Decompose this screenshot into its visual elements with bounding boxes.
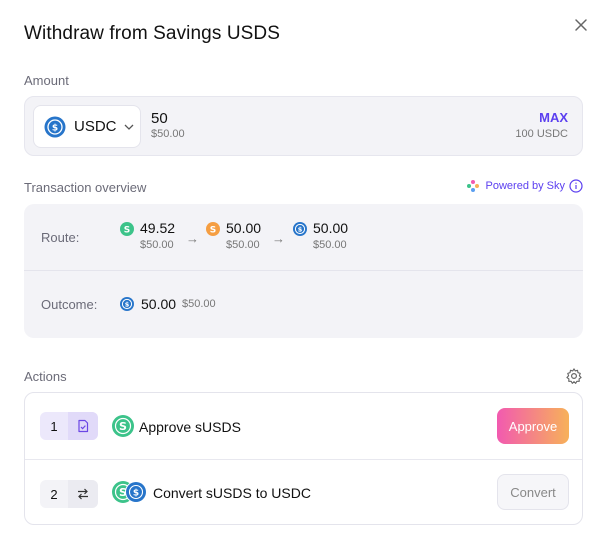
- actions-divider: [25, 459, 582, 460]
- transaction-overview: Route: S 49.52 $50.00 → S 50.00 $50.00 →…: [24, 204, 583, 338]
- route-usd: $50.00: [140, 239, 174, 251]
- token-balance: 100 USDC: [515, 128, 568, 140]
- route-arrow: →: [186, 231, 199, 246]
- usds-icon: S: [206, 222, 220, 236]
- action-label: Approve sUSDS: [139, 419, 241, 435]
- step-badge: 1: [40, 412, 98, 440]
- usdc-icon: $: [44, 116, 66, 137]
- gear-icon[interactable]: [565, 367, 583, 385]
- amount-label: Amount: [24, 73, 69, 88]
- amount-input-box: $ USDC 50 $50.00 MAX 100 USDC: [24, 96, 583, 156]
- powered-by-sky[interactable]: Powered by Sky: [466, 179, 583, 193]
- susds-icon: S: [112, 415, 134, 437]
- step-number: 1: [50, 418, 58, 434]
- route-amount: 50.00: [226, 220, 262, 236]
- approve-doc-icon: [78, 419, 89, 433]
- token-select[interactable]: $ USDC: [33, 105, 141, 148]
- actions-label: Actions: [24, 369, 67, 384]
- route-amount: 49.52: [140, 220, 176, 236]
- max-button[interactable]: MAX: [539, 110, 568, 125]
- step-number: 2: [50, 486, 58, 502]
- selected-token: USDC: [74, 118, 117, 135]
- susds-icon: S: [120, 222, 134, 236]
- route-usd: $50.00: [226, 239, 260, 251]
- svg-text:S: S: [124, 226, 130, 236]
- convert-button[interactable]: Convert: [497, 474, 569, 510]
- svg-text:S: S: [210, 226, 216, 236]
- outcome-amount: 50.00: [141, 296, 177, 312]
- sky-logo-icon: [466, 180, 479, 192]
- route-usd: $50.00: [313, 239, 347, 251]
- overview-label: Transaction overview: [24, 180, 147, 195]
- svg-text:$: $: [133, 489, 139, 499]
- svg-text:$: $: [52, 123, 58, 133]
- overview-divider: [24, 270, 583, 271]
- chevron-down-icon: [124, 124, 133, 130]
- withdraw-modal: Withdraw from Savings USDS Amount $ USDC…: [0, 0, 607, 548]
- outcome-label: Outcome:: [41, 297, 98, 312]
- swap-arrows-icon: [78, 488, 88, 500]
- usdc-icon: $: [293, 222, 307, 236]
- susds-usdc-pair-icon: S $: [112, 481, 147, 503]
- approve-button[interactable]: Approve: [497, 408, 569, 444]
- actions-list: 1 S Approve sUSDS Approve 2 S $ Convert …: [24, 392, 583, 525]
- route-arrow: →: [272, 231, 285, 246]
- action-label: Convert sUSDS to USDC: [153, 485, 311, 501]
- usdc-icon: $: [120, 297, 134, 311]
- close-icon[interactable]: [570, 14, 592, 36]
- outcome-usd: $50.00: [182, 298, 216, 310]
- amount-usd-value: $50.00: [151, 128, 185, 140]
- modal-title: Withdraw from Savings USDS: [24, 23, 281, 44]
- route-amount: 50.00: [313, 220, 349, 236]
- amount-field[interactable]: 50: [151, 110, 168, 127]
- step-badge: 2: [40, 480, 98, 508]
- svg-text:$: $: [125, 301, 130, 309]
- route-label: Route:: [41, 230, 80, 245]
- powered-by-text: Powered by Sky: [485, 180, 565, 192]
- info-icon[interactable]: [569, 179, 583, 193]
- svg-text:$: $: [298, 226, 303, 234]
- svg-text:S: S: [119, 420, 127, 433]
